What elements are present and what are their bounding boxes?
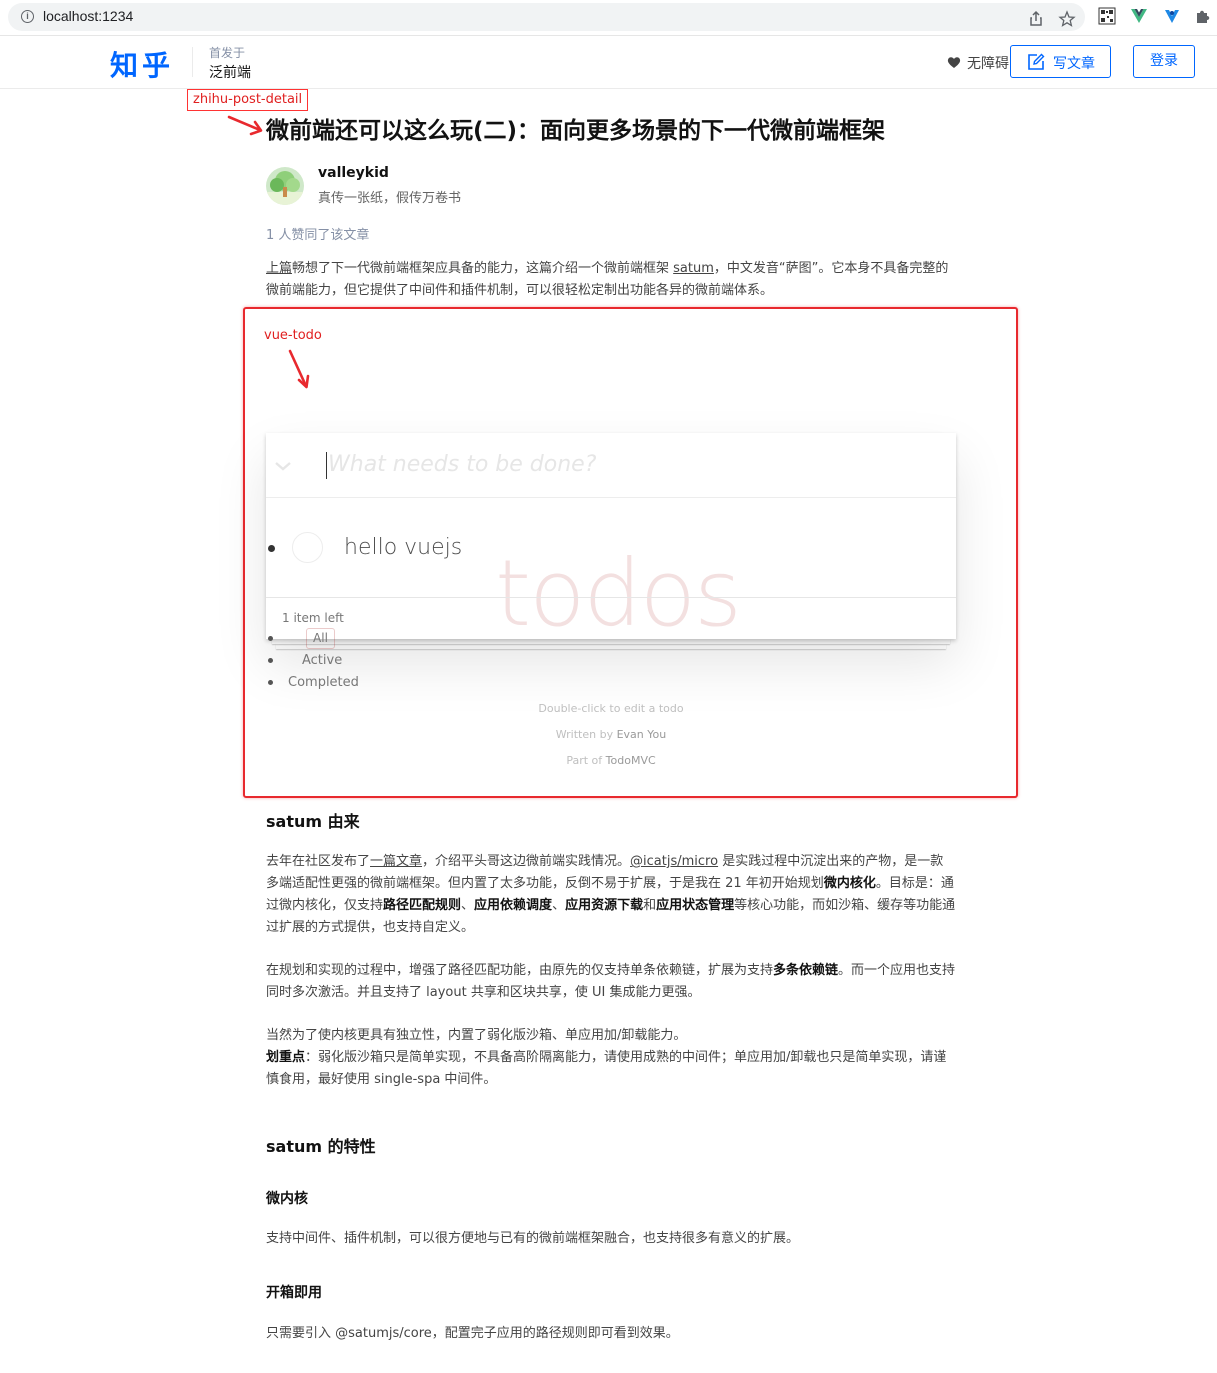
info-written-by: Written by Evan You — [266, 728, 956, 741]
info-edit-hint: Double-click to edit a todo — [538, 702, 684, 715]
info-icon[interactable]: i — [21, 10, 34, 23]
qr-code-icon[interactable] — [1098, 7, 1116, 25]
browser-toolbar: i localhost:1234 — [0, 0, 1217, 36]
accessibility-link[interactable]: 无障碍 — [967, 53, 1009, 73]
text-caret — [326, 452, 327, 479]
text-span: 去年在社区发布了 — [266, 854, 371, 869]
info-part-prefix: Part of — [566, 754, 606, 767]
items-left-count: 1 item left — [282, 611, 344, 625]
divider — [266, 597, 956, 598]
author-avatar[interactable] — [266, 167, 304, 205]
feature-text-out-of-box: 只需要引入 @satumjs/core，配置完子应用的路径规则即可看到效果。 — [266, 1326, 679, 1341]
list-bullet — [268, 658, 273, 663]
info-part-of: Part of TodoMVC — [266, 754, 956, 767]
first-published-label: 首发于 — [209, 46, 246, 60]
bold-text: 多条依赖链 — [773, 963, 839, 978]
write-article-button[interactable]: 写文章 — [1010, 45, 1111, 78]
zhihu-logo[interactable]: 知乎 — [110, 44, 174, 84]
article-link[interactable]: 一篇文章 — [370, 854, 422, 869]
edit-icon — [1028, 53, 1045, 70]
site-header: 知乎 首发于 泛前端 无障碍 写文章 登录 — [0, 36, 1217, 89]
micro-package-link[interactable]: @icatjs/micro — [630, 854, 718, 869]
vote-count: 1 人赞同了该文章 — [266, 228, 370, 243]
todo-item-title[interactable]: hello vuejs — [344, 535, 462, 560]
filter-active-link[interactable]: Active — [302, 653, 342, 668]
annotation-arrow-icon — [288, 349, 310, 389]
list-bullet — [268, 636, 273, 641]
puzzle-icon[interactable] — [1194, 7, 1212, 25]
prev-post-link[interactable]: 上篇 — [266, 261, 292, 276]
bold-text: 划重点 — [266, 1050, 306, 1065]
star-icon[interactable] — [1058, 10, 1076, 28]
text-span: 、 — [461, 898, 475, 913]
todo-toggle-checkbox[interactable] — [292, 532, 323, 563]
section-heading-features: satum 的特性 — [266, 1137, 376, 1156]
feature-text-microkernel: 支持中间件、插件机制，可以很方便地与已有的微前端框架融合，也支持很多有意义的扩展… — [266, 1231, 800, 1246]
origin-paragraph-2: 在规划和实现的过程中，增强了路径匹配功能，由原先的仅支持单条依赖链，扩展为支持多… — [266, 960, 956, 1004]
heart-icon — [947, 57, 961, 68]
filter-completed-link[interactable]: Completed — [288, 675, 359, 690]
share-icon[interactable] — [1027, 10, 1045, 28]
bold-text: 应用状态管理 — [656, 898, 735, 913]
annotation-arrow-icon — [227, 115, 263, 136]
origin-paragraph-3: 当然为了使内核更具有独立性，内置了弱化版沙箱、单应用加/卸载能力。 划重点：弱化版… — [266, 1025, 956, 1091]
divider — [266, 497, 956, 498]
todomvc-link[interactable]: TodoMVC — [606, 754, 656, 767]
url-text[interactable]: localhost:1234 — [43, 8, 133, 24]
filter-all-link[interactable]: All — [306, 628, 335, 649]
vue-todo-annotation: vue-todo — [264, 328, 322, 343]
text-span: 和 — [643, 898, 657, 913]
chevron-down-icon[interactable] — [274, 459, 292, 473]
bold-text: 应用依赖调度 — [474, 898, 553, 913]
author-link[interactable]: Evan You — [617, 728, 667, 741]
text-span: ：弱化版沙箱只是简单实现，不具备高阶隔离能力，请使用成熟的中间件；单应用加/卸载… — [266, 1050, 947, 1087]
section-heading-origin: satum 由来 — [266, 812, 360, 831]
feature-heading-microkernel: 微内核 — [266, 1191, 308, 1207]
author-bio: 真传一张纸，假传万卷书 — [318, 191, 462, 206]
vue-devtools-icon[interactable] — [1130, 7, 1148, 25]
todos-heading: todos — [495, 540, 742, 647]
post-detail-annotation: zhihu-post-detail — [187, 89, 309, 111]
satum-link[interactable]: satum — [673, 261, 714, 276]
feature-heading-out-of-box: 开箱即用 — [266, 1285, 322, 1301]
new-todo-input[interactable]: What needs to be done? — [328, 452, 596, 477]
bold-text: 路径匹配规则 — [383, 898, 462, 913]
list-bullet — [268, 545, 275, 552]
text-span: 在规划和实现的过程中，增强了路径匹配功能，由原先的仅支持单条依赖链，扩展为支持 — [266, 963, 774, 978]
header-divider — [192, 47, 193, 77]
origin-paragraph-1: 去年在社区发布了一篇文章，介绍平头哥这边微前端实践情况。@icatjs/micr… — [266, 851, 956, 939]
bold-text: 微内核化 — [823, 876, 876, 891]
list-bullet — [268, 680, 273, 685]
author-name[interactable]: valleykid — [318, 165, 389, 181]
column-name-link[interactable]: 泛前端 — [209, 62, 251, 82]
intro-paragraph: 上篇畅想了下一代微前端框架应具备的能力，这篇介绍一个微前端框架 satum，中文… — [266, 258, 956, 302]
bold-text: 应用资源下载 — [565, 898, 644, 913]
extension-icon[interactable] — [1163, 7, 1181, 25]
text-span: 、 — [552, 898, 566, 913]
text-span: 当然为了使内核更具有独立性，内置了弱化版沙箱、单应用加/卸载能力。 — [266, 1028, 687, 1043]
write-article-label: 写文章 — [1053, 56, 1095, 72]
login-button[interactable]: 登录 — [1133, 45, 1195, 78]
text-span: ，介绍平头哥这边微前端实践情况。 — [422, 854, 631, 869]
intro-text-1: 畅想了下一代微前端框架应具备的能力，这篇介绍一个微前端框架 — [292, 261, 674, 276]
address-bar[interactable]: i localhost:1234 — [8, 3, 1085, 31]
post-title: 微前端还可以这么玩(二)：面向更多场景的下一代微前端框架 — [266, 118, 886, 144]
info-written-prefix: Written by — [555, 728, 617, 741]
